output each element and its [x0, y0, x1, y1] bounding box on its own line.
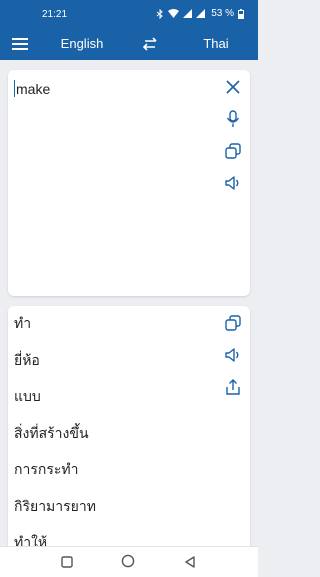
output-card: ทำ ยี่ห้อ แบบ สิ่งที่สร้างขึ้น การกระทำ … [8, 306, 250, 552]
microphone-icon[interactable] [224, 110, 242, 128]
close-icon[interactable] [224, 78, 242, 96]
share-icon[interactable] [224, 378, 242, 396]
list-item[interactable]: การกระทำ [14, 460, 96, 497]
bluetooth-icon [156, 8, 164, 19]
input-card: make [8, 70, 250, 296]
copy-icon[interactable] [224, 314, 242, 332]
list-item[interactable]: สิ่งที่สร้างขึ้น [14, 424, 96, 461]
recents-square-icon[interactable] [61, 555, 73, 573]
swap-icon[interactable] [141, 36, 159, 52]
navigation-bar [0, 546, 258, 577]
result-list: ทำ ยี่ห้อ แบบ สิ่งที่สร้างขึ้น การกระทำ … [14, 314, 96, 552]
speaker-icon[interactable] [224, 174, 242, 192]
battery-percent: 53 % [211, 8, 234, 19]
list-item[interactable]: ทำ [14, 314, 96, 351]
status-icons: 53 % [156, 8, 244, 19]
speaker-icon[interactable] [224, 346, 242, 364]
back-triangle-icon[interactable] [184, 555, 196, 573]
list-item[interactable]: ยี่ห้อ [14, 351, 96, 388]
wifi-icon [168, 9, 180, 18]
status-bar: 21:21 53 % [0, 0, 258, 28]
copy-icon[interactable] [224, 142, 242, 160]
signal-icon [196, 9, 206, 18]
output-actions [224, 314, 242, 396]
list-item[interactable]: แบบ [14, 387, 96, 424]
toolbar: English Thai [0, 28, 258, 60]
target-language-button[interactable]: Thai [190, 36, 242, 51]
home-circle-icon[interactable] [121, 554, 135, 573]
text-cursor [14, 80, 15, 97]
input-field[interactable]: make [14, 80, 50, 97]
source-language-button[interactable]: English [52, 36, 112, 51]
signal-icon [183, 9, 193, 18]
status-time: 21:21 [42, 9, 68, 20]
input-text[interactable]: make [16, 81, 50, 97]
list-item[interactable]: กิริยามารยาท [14, 497, 96, 534]
input-actions [224, 78, 242, 192]
menu-icon[interactable] [11, 37, 29, 51]
battery-icon [238, 8, 244, 19]
